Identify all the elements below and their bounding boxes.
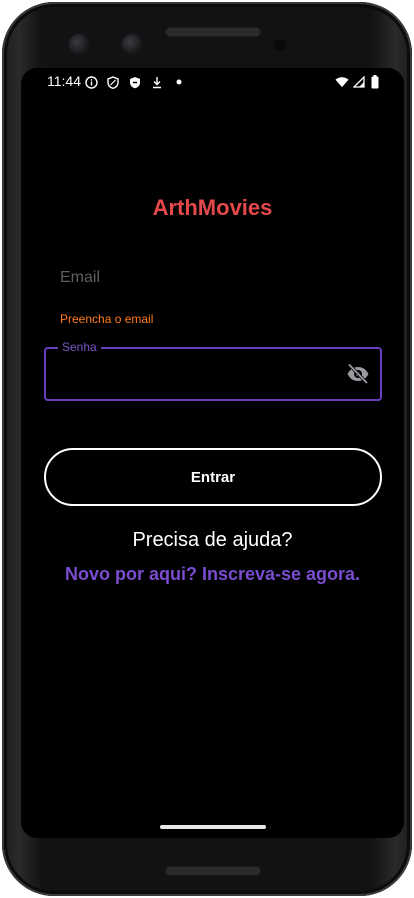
download-arrow-icon [150, 75, 164, 89]
proximity-sensor [274, 39, 286, 51]
password-input[interactable] [46, 349, 336, 399]
signal-icon [352, 75, 366, 89]
front-camera-icon [122, 34, 142, 54]
front-camera-icon [69, 34, 89, 54]
home-indicator[interactable] [160, 825, 266, 829]
dot-icon [172, 75, 186, 89]
badge-shield-icon [128, 75, 142, 89]
bottom-speaker [165, 866, 261, 876]
help-link[interactable]: Precisa de ajuda? [21, 529, 404, 552]
status-time: 11:44 [47, 73, 81, 89]
wifi-icon [335, 75, 349, 89]
email-input[interactable] [45, 254, 381, 302]
shield-icon [106, 75, 120, 89]
info-icon [84, 75, 98, 89]
login-button-label: Entrar [190, 468, 236, 486]
phone-frame: 11:44 ArthMovies Email Preencha o email … [2, 2, 412, 896]
app-screen: 11:44 ArthMovies Email Preencha o email … [21, 68, 404, 838]
status-bar: 11:44 [21, 68, 404, 96]
earpiece-speaker [165, 27, 261, 37]
signup-link[interactable]: Novo por aqui? Inscreva-se agora. [21, 564, 404, 585]
email-field[interactable] [45, 254, 381, 302]
battery-icon [368, 75, 382, 89]
email-error-text: Preencha o email [60, 312, 154, 326]
eye-off-icon[interactable] [346, 363, 370, 385]
login-button[interactable]: Entrar [44, 448, 382, 506]
app-title: ArthMovies [152, 195, 273, 220]
password-field[interactable]: Senha [44, 339, 382, 401]
